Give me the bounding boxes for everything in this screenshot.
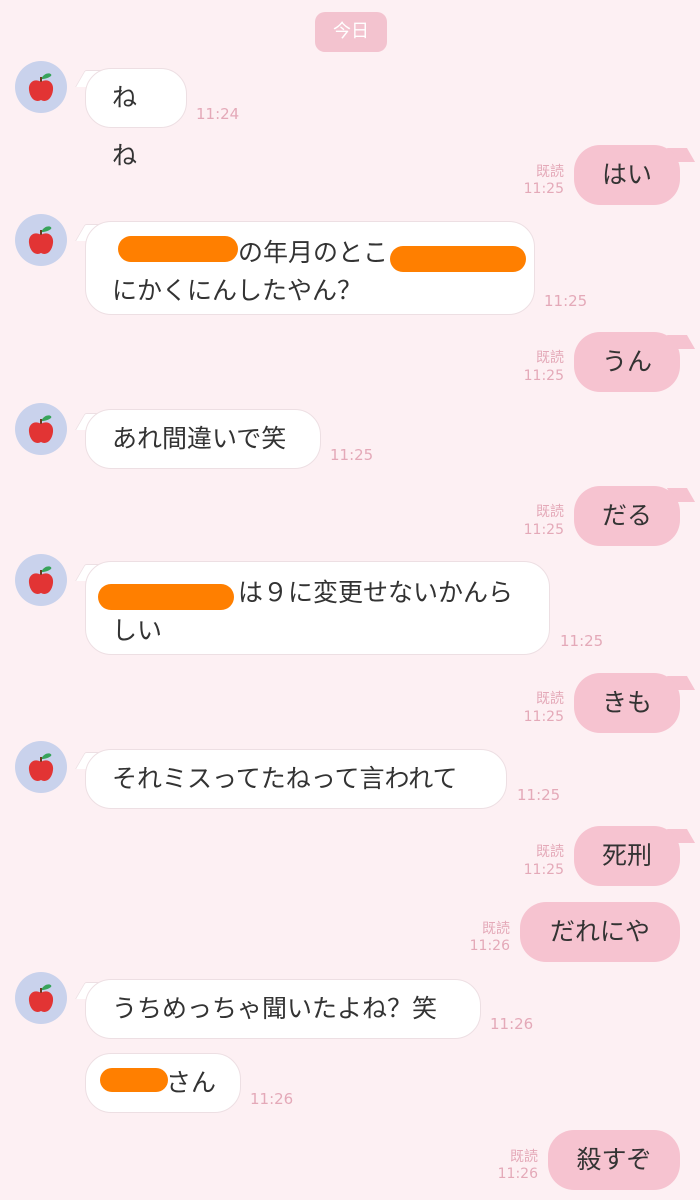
- message-text: うちめっちゃ聞いたよね？笑: [112, 994, 438, 1023]
- message-time: 11:26: [497, 1166, 538, 1182]
- message-text: の年月のとこ: [238, 238, 389, 267]
- message-text: きも: [601, 688, 652, 717]
- message-text: は９に変更せないかんら: [238, 578, 514, 607]
- message-text: さん: [166, 1068, 217, 1097]
- message-bubble-sent[interactable]: はい: [574, 145, 680, 205]
- message-text: しい: [112, 616, 163, 645]
- message-bubble-sent[interactable]: だれにや: [520, 902, 680, 962]
- message-time: 11:24: [196, 105, 240, 123]
- apple-icon: [28, 753, 54, 781]
- message-time: 11:25: [560, 632, 604, 650]
- message-text: だる: [601, 501, 652, 530]
- message-time: 11:25: [523, 368, 564, 384]
- apple-icon: [28, 415, 54, 443]
- apple-icon: [28, 984, 54, 1012]
- read-receipt: 既読: [536, 350, 564, 366]
- message-bubble-received[interactable]: それミスってたねって言われて: [85, 749, 507, 809]
- redaction-mark: [390, 246, 526, 272]
- avatar[interactable]: [15, 214, 67, 266]
- message-bubble-received[interactable]: うちめっちゃ聞いたよね？笑: [85, 979, 481, 1039]
- redaction-mark: [98, 584, 234, 610]
- message-text: 死刑: [601, 841, 652, 870]
- message-time: 11:25: [523, 862, 564, 878]
- message-text: 殺すぞ: [576, 1145, 652, 1174]
- message-text: それミスってたねって言われて: [112, 764, 458, 793]
- read-receipt: 既読: [510, 1149, 538, 1165]
- message-bubble-received[interactable]: ねね: [85, 68, 187, 170]
- avatar[interactable]: [15, 741, 67, 793]
- message-time: 11:25: [544, 292, 588, 310]
- avatar[interactable]: [15, 972, 67, 1024]
- message-time: 11:26: [250, 1090, 294, 1108]
- message-bubble-received[interactable]: あれ間違いで笑: [85, 409, 321, 469]
- apple-icon: [28, 566, 54, 594]
- avatar[interactable]: [15, 61, 67, 113]
- read-receipt: 既読: [536, 164, 564, 180]
- apple-icon: [28, 226, 54, 254]
- message-text: ねね: [112, 83, 138, 170]
- message-text: にかくにんしたやん？: [112, 276, 363, 305]
- message-bubble-sent[interactable]: 死刑: [574, 826, 680, 886]
- message-text: はい: [601, 160, 652, 189]
- message-time: 11:25: [523, 181, 564, 197]
- message-bubble-received[interactable]: は９に変更せないかんら しい: [85, 561, 550, 655]
- message-time: 11:26: [469, 938, 510, 954]
- message-time: 11:25: [517, 786, 561, 804]
- message-bubble-received[interactable]: の年月のとこ にかくにんしたやん？: [85, 221, 535, 315]
- read-receipt: 既読: [536, 844, 564, 860]
- read-receipt: 既読: [482, 921, 510, 937]
- message-line: の年月のとこ: [112, 234, 526, 272]
- message-text: だれにや: [549, 917, 650, 946]
- message-bubble-sent[interactable]: だる: [574, 486, 680, 546]
- message-time: 11:25: [330, 446, 374, 464]
- redaction-mark: [118, 236, 238, 262]
- message-text: あれ間違いで笑: [112, 424, 287, 453]
- message-line: は９に変更せないかんら: [98, 574, 523, 612]
- message-bubble-sent[interactable]: きも: [574, 673, 680, 733]
- avatar[interactable]: [15, 554, 67, 606]
- read-receipt: 既読: [536, 691, 564, 707]
- redaction-mark: [100, 1068, 168, 1092]
- message-bubble-received[interactable]: さん: [85, 1053, 241, 1113]
- message-time: 11:25: [523, 522, 564, 538]
- message-time: 11:25: [523, 709, 564, 725]
- avatar[interactable]: [15, 403, 67, 455]
- date-separator: 今日: [315, 12, 387, 52]
- read-receipt: 既読: [536, 504, 564, 520]
- message-time: 11:26: [490, 1015, 534, 1033]
- apple-icon: [28, 73, 54, 101]
- message-bubble-sent[interactable]: うん: [574, 332, 680, 392]
- message-bubble-sent[interactable]: 殺すぞ: [548, 1130, 680, 1190]
- message-text: うん: [601, 347, 652, 376]
